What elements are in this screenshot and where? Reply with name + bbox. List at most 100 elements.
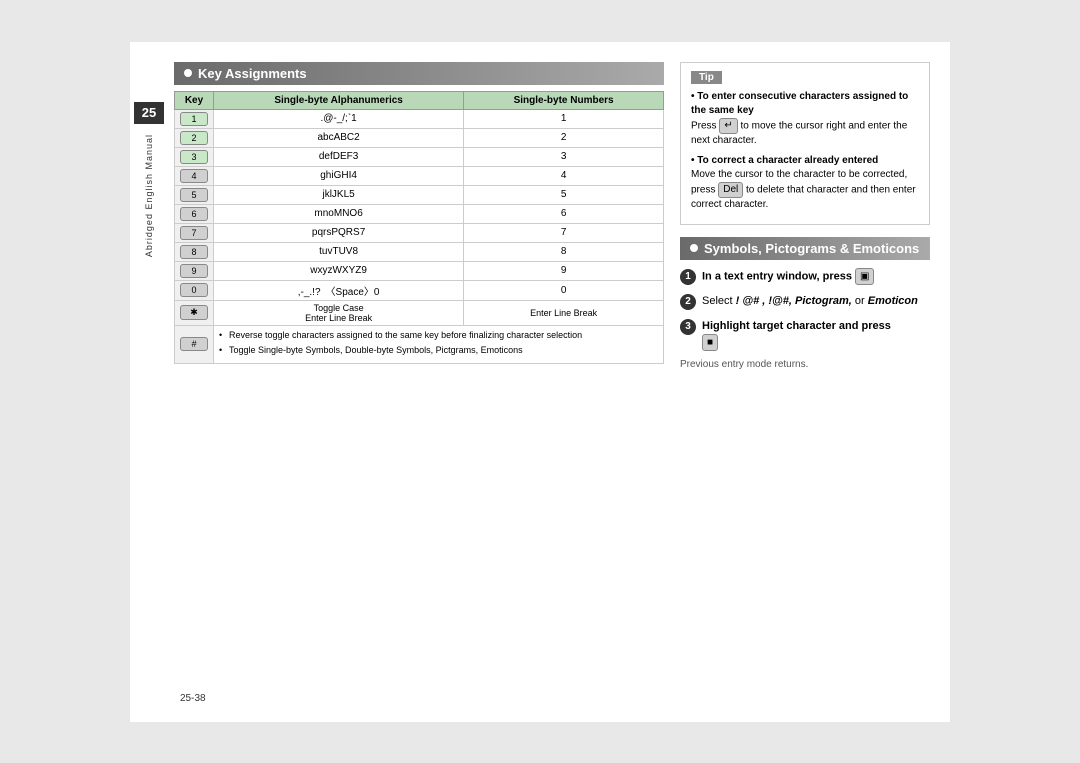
- col-alpha: Single-byte Alphanumerics: [214, 91, 464, 109]
- table-row: 2abcABC22: [175, 128, 664, 147]
- step-1: 1 In a text entry window, press ▣: [680, 268, 930, 285]
- table-row: 8tuvTUV88: [175, 242, 664, 261]
- key-icon: 2: [180, 131, 208, 145]
- key-assignments-header: Key Assignments: [174, 62, 664, 85]
- symbols-header: Symbols, Pictograms & Emoticons: [680, 237, 930, 260]
- tip-section2: • To correct a character already entered…: [691, 154, 919, 212]
- alpha-cell: tuvTUV8: [214, 242, 464, 261]
- tip-title-1: • To enter consecutive characters assign…: [691, 91, 908, 116]
- step-2: 2 Select ! @# , !@#, Pictogram, or Emoti…: [680, 293, 930, 310]
- table-row: 5jklJKL55: [175, 185, 664, 204]
- key-icon: 0: [180, 283, 208, 297]
- hash-key-icon: #: [180, 337, 208, 351]
- key-cell: 1: [175, 109, 214, 128]
- del-key: Del: [718, 182, 743, 198]
- col-key: Key: [175, 91, 214, 109]
- alpha-cell: ghiGHI4: [214, 166, 464, 185]
- step3-key: ■: [702, 334, 718, 351]
- header-dot: [184, 69, 192, 77]
- sidebar: 25 Abridged English Manual: [130, 42, 168, 722]
- symbols-dot: [690, 244, 698, 252]
- star-key-cell: ✱: [175, 300, 214, 325]
- key-cell: 2: [175, 128, 214, 147]
- page-number: 25-38: [180, 693, 206, 704]
- cursor-key: ↵: [719, 118, 737, 134]
- table-row: 9wxyzWXYZ99: [175, 261, 664, 280]
- key-table: Key Single-byte Alphanumerics Single-byt…: [174, 91, 664, 364]
- star-key-icon: ✱: [180, 305, 208, 320]
- num-cell: 8: [464, 242, 664, 261]
- note-bullets-cell: Reverse toggle characters assigned to th…: [214, 325, 664, 363]
- step-3: 3 Highlight target character and press ■: [680, 318, 930, 352]
- col-num: Single-byte Numbers: [464, 91, 664, 109]
- table-row: 1.@-_/;`11: [175, 109, 664, 128]
- key-cell: 9: [175, 261, 214, 280]
- step1-key: ▣: [855, 268, 874, 285]
- toggle-col2: Enter Line Break: [464, 300, 664, 325]
- num-cell: 1: [464, 109, 664, 128]
- sidebar-number: 25: [134, 102, 164, 124]
- key-icon: 5: [180, 188, 208, 202]
- num-cell: 9: [464, 261, 664, 280]
- hash-key-cell: #: [175, 325, 214, 363]
- step-num-1: 1: [680, 269, 696, 285]
- step1-text: In a text entry window, press: [702, 270, 852, 282]
- alpha-cell: abcABC2: [214, 128, 464, 147]
- alpha-cell: mnoMNO6: [214, 204, 464, 223]
- right-panel: Tip • To enter consecutive characters as…: [680, 62, 930, 702]
- toggle-row: ✱ Toggle CaseEnter Line Break Enter Line…: [175, 300, 664, 325]
- step2-emoticon: Emoticon: [868, 295, 918, 307]
- note-row: # Reverse toggle characters assigned to t…: [175, 325, 664, 363]
- alpha-cell: wxyzWXYZ9: [214, 261, 464, 280]
- step-num-2: 2: [680, 294, 696, 310]
- step2-options: ! @# , !@#, Pictogram,: [736, 295, 852, 307]
- alpha-cell: jklJKL5: [214, 185, 464, 204]
- tip-title-2: • To correct a character already entered: [691, 155, 878, 166]
- key-icon: 6: [180, 207, 208, 221]
- key-icon: 1: [180, 112, 208, 126]
- step-content-2: Select ! @# , !@#, Pictogram, or Emotico…: [702, 293, 918, 310]
- key-icon: 4: [180, 169, 208, 183]
- table-row: 3defDEF33: [175, 147, 664, 166]
- num-cell: 4: [464, 166, 664, 185]
- step-content-1: In a text entry window, press ▣: [702, 268, 874, 285]
- toggle-col1: Toggle CaseEnter Line Break: [214, 300, 464, 325]
- tip-label: Tip: [691, 71, 722, 84]
- key-cell: 7: [175, 223, 214, 242]
- page: 25 Abridged English Manual Key Assignmen…: [130, 42, 950, 722]
- key-icon: 3: [180, 150, 208, 164]
- symbols-title: Symbols, Pictograms & Emoticons: [704, 241, 919, 256]
- key-cell: 5: [175, 185, 214, 204]
- alpha-cell: pqrsPQRS7: [214, 223, 464, 242]
- step-num-3: 3: [680, 319, 696, 335]
- key-cell: 4: [175, 166, 214, 185]
- note-bullet: Reverse toggle characters assigned to th…: [219, 329, 658, 342]
- step-content-3: Highlight target character and press ■: [702, 318, 891, 352]
- alpha-cell: ,-_.!? 〈Space〉0: [214, 280, 464, 300]
- num-cell: 7: [464, 223, 664, 242]
- prev-entry: Previous entry mode returns.: [680, 359, 930, 370]
- table-row: 4ghiGHI44: [175, 166, 664, 185]
- num-cell: 2: [464, 128, 664, 147]
- left-panel: Key Assignments Key Single-byte Alphanum…: [174, 62, 664, 702]
- step3-text: Highlight target character and press: [702, 320, 891, 332]
- alpha-cell: .@-_/;`1: [214, 109, 464, 128]
- num-cell: 0: [464, 280, 664, 300]
- key-cell: 6: [175, 204, 214, 223]
- key-cell: 0: [175, 280, 214, 300]
- key-assignments-title: Key Assignments: [198, 66, 307, 81]
- sidebar-label: Abridged English Manual: [144, 134, 154, 257]
- num-cell: 6: [464, 204, 664, 223]
- tip-box: Tip • To enter consecutive characters as…: [680, 62, 930, 225]
- alpha-cell: defDEF3: [214, 147, 464, 166]
- steps: 1 In a text entry window, press ▣ 2 Sele…: [680, 268, 930, 352]
- key-cell: 3: [175, 147, 214, 166]
- table-row: 7pqrsPQRS77: [175, 223, 664, 242]
- num-cell: 5: [464, 185, 664, 204]
- tip-section1: • To enter consecutive characters assign…: [691, 90, 919, 148]
- table-row: 6mnoMNO66: [175, 204, 664, 223]
- key-icon: 7: [180, 226, 208, 240]
- key-icon: 9: [180, 264, 208, 278]
- num-cell: 3: [464, 147, 664, 166]
- note-bullet: Toggle Single-byte Symbols, Double-byte …: [219, 344, 658, 357]
